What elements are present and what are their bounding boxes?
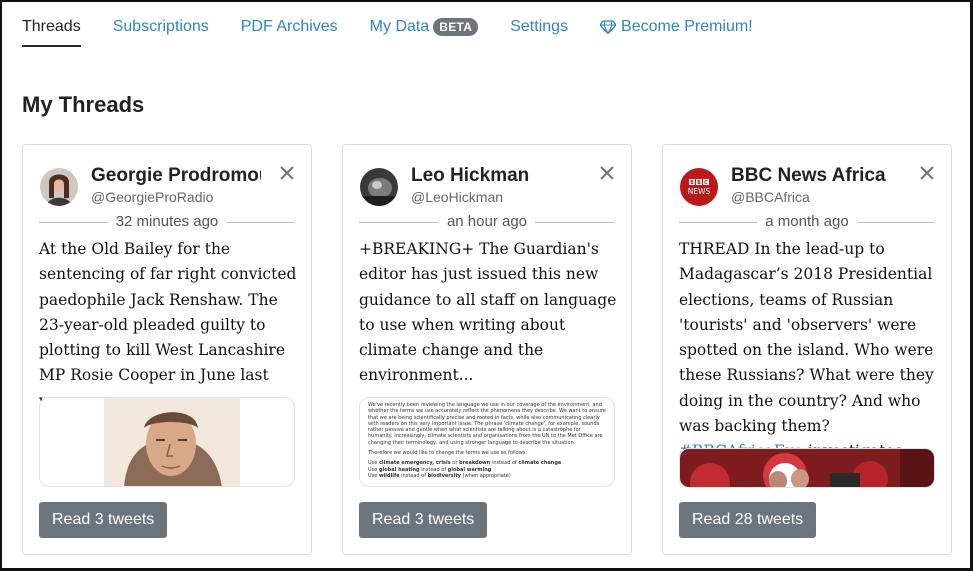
tweet-text: At the Old Bailey for the sentencing of …: [39, 240, 297, 410]
card-header: B B C NEWS BBC News Africa @BBCAfrica: [680, 165, 935, 207]
close-icon[interactable]: [279, 165, 295, 181]
close-icon[interactable]: [919, 165, 935, 181]
svg-text:B: B: [690, 180, 694, 186]
thread-time: an hour ago: [438, 213, 536, 230]
nav-tab-threads[interactable]: Threads: [22, 17, 81, 47]
nav-tab-label: PDF Archives: [240, 18, 338, 35]
person-avatar-icon[interactable]: [360, 168, 398, 206]
svg-text:NEWS: NEWS: [688, 187, 711, 196]
page-title: My Threads: [22, 92, 145, 117]
author-name[interactable]: Georgie Prodromou: [91, 165, 261, 187]
nav-tab-my-data[interactable]: My Data BETA: [370, 17, 479, 37]
nav-tab-settings[interactable]: Settings: [510, 17, 568, 37]
document-line: Use wildlife instead of biodiversity (wh…: [368, 472, 511, 479]
diamond-icon: [600, 20, 617, 34]
document-paragraph: We've recently been reviewing the langua…: [368, 402, 606, 446]
card-header: Leo Hickman @LeoHickman: [360, 165, 615, 207]
tweet-text: THREAD In the lead-up to Madagascar’s 20…: [679, 237, 937, 465]
read-tweets-button[interactable]: Read 28 tweets: [679, 502, 817, 538]
thread-time: a month ago: [757, 213, 857, 230]
tweet-text: +BREAKING+ The Guardian's editor has jus…: [359, 240, 617, 385]
time-separator: an hour ago: [359, 213, 615, 233]
card-header: Georgie Prodromou @GeorgieProRadio: [40, 165, 295, 207]
thread-card: Georgie Prodromou @GeorgieProRadio 32 mi…: [22, 144, 312, 555]
thread-card: Leo Hickman @LeoHickman an hour ago +BRE…: [342, 144, 632, 555]
close-icon[interactable]: [599, 165, 615, 181]
read-tweets-button[interactable]: Read 3 tweets: [359, 502, 488, 538]
nav-tab-label: Settings: [510, 18, 569, 35]
beta-badge: BETA: [433, 18, 479, 36]
time-separator: 32 minutes ago: [39, 213, 295, 233]
time-separator: a month ago: [679, 213, 935, 233]
nav-tab-pdf-archives[interactable]: PDF Archives: [241, 17, 338, 37]
court-sketch-image[interactable]: [39, 397, 295, 487]
thread-card: B B C NEWS BBC News Africa @BBCAfrica a …: [662, 144, 952, 555]
author-name[interactable]: BBC News Africa: [731, 165, 901, 187]
nav-tab-subscriptions[interactable]: Subscriptions: [113, 17, 209, 37]
nav-tab-label: Become Premium!: [621, 18, 753, 35]
document-text: We've recently been reviewing the langua…: [360, 398, 614, 483]
author-handle[interactable]: @GeorgieProRadio: [91, 189, 213, 205]
event-photo-image[interactable]: [679, 448, 935, 488]
guidance-document-image[interactable]: We've recently been reviewing the langua…: [359, 397, 615, 487]
bbc-news-logo[interactable]: B B C NEWS: [680, 168, 718, 206]
top-nav: Threads Subscriptions PDF Archives My Da…: [22, 17, 953, 47]
nav-tab-label: Threads: [22, 18, 81, 35]
document-paragraph: Therefore we would like to change the te…: [368, 450, 528, 457]
svg-text:C: C: [704, 180, 708, 186]
nav-tab-label: Subscriptions: [112, 18, 209, 35]
thread-time: 32 minutes ago: [107, 213, 227, 230]
author-handle[interactable]: @BBCAfrica: [731, 189, 810, 205]
person-avatar-icon[interactable]: [40, 168, 78, 206]
nav-tab-label: My Data: [369, 18, 430, 35]
tweet-text-body: THREAD In the lead-up to Madagascar’s 20…: [679, 240, 934, 436]
read-tweets-button[interactable]: Read 3 tweets: [39, 502, 168, 538]
author-handle[interactable]: @LeoHickman: [411, 189, 503, 205]
nav-tab-become-premium[interactable]: Become Premium!: [600, 17, 753, 37]
author-name[interactable]: Leo Hickman: [411, 165, 581, 187]
svg-text:B: B: [697, 180, 701, 186]
